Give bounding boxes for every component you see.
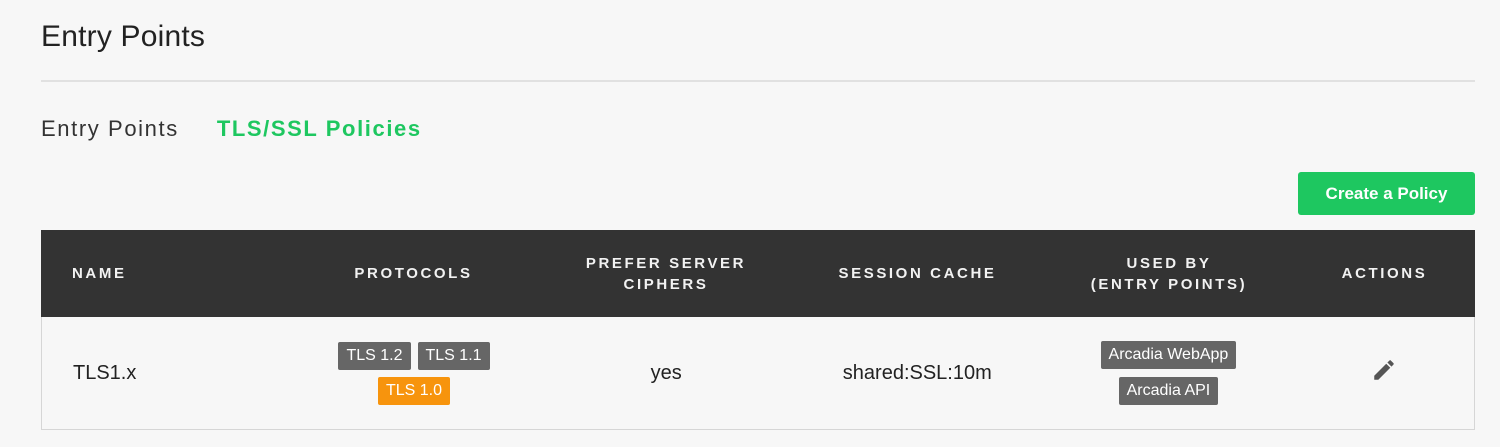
actions-cell [1293, 357, 1474, 389]
used-by-cell: Arcadia WebApp Arcadia API [1044, 341, 1294, 405]
header-prefer-server-ciphers[interactable]: PREFER SERVER CIPHERS [541, 253, 791, 295]
protocol-badge-warning: TLS 1.0 [377, 376, 451, 405]
header-name[interactable]: NAME [41, 263, 286, 284]
header-protocols[interactable]: PROTOCOLS [286, 263, 541, 284]
policies-table: NAME PROTOCOLS PREFER SERVER CIPHERS SES… [41, 230, 1475, 430]
entry-points-page: Entry Points Entry Points TLS/SSL Polici… [0, 0, 1500, 447]
session-cache-value: shared:SSL:10m [842, 361, 992, 384]
header-used-line2: (ENTRY POINTS) [1090, 275, 1248, 293]
tab-entry-points[interactable]: Entry Points [41, 116, 179, 142]
pencil-icon[interactable] [1371, 357, 1397, 383]
entry-point-badge[interactable]: Arcadia API [1118, 377, 1219, 405]
create-policy-button[interactable]: Create a Policy [1298, 172, 1475, 215]
prefer-server-ciphers-value: yes [650, 361, 682, 384]
tab-tls-ssl-policies[interactable]: TLS/SSL Policies [217, 116, 422, 142]
page-title: Entry Points [41, 20, 206, 53]
table-row: TLS1.x TLS 1.2 TLS 1.1 TLS 1.0 yes share… [42, 317, 1474, 429]
header-used-line1: USED BY [1126, 254, 1212, 272]
header-session-cache[interactable]: SESSION CACHE [791, 263, 1044, 284]
entry-point-badge[interactable]: Arcadia WebApp [1100, 341, 1237, 369]
policy-name: TLS1.x [73, 361, 137, 384]
protocol-badge: TLS 1.1 [417, 341, 490, 370]
title-divider [41, 80, 1475, 82]
header-prefer-line2: CIPHERS [623, 275, 709, 293]
header-actions: ACTIONS [1341, 265, 1428, 282]
header-used-by[interactable]: USED BY (ENTRY POINTS) [1044, 253, 1294, 295]
table-header: NAME PROTOCOLS PREFER SERVER CIPHERS SES… [41, 230, 1475, 317]
protocols-cell: TLS 1.2 TLS 1.1 TLS 1.0 [287, 341, 542, 405]
protocol-badge: TLS 1.2 [338, 341, 411, 370]
header-prefer-line1: PREFER SERVER [585, 254, 747, 272]
tab-bar: Entry Points TLS/SSL Policies [41, 116, 422, 142]
